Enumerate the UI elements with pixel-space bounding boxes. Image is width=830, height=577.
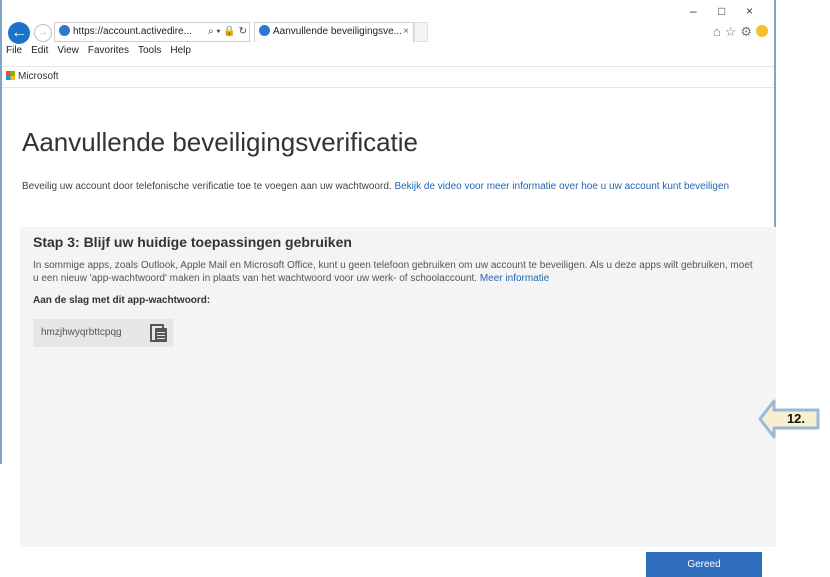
microsoft-logo-icon — [6, 71, 15, 80]
intro-paragraph: Beveilig uw account door telefonische ve… — [22, 180, 752, 193]
more-info-link[interactable]: Meer informatie — [480, 273, 549, 284]
browser-icons: ⌂☆⚙ — [713, 24, 768, 40]
tab-title: Aanvullende beveiligingsve... — [273, 26, 402, 37]
address-text: https://account.activedire... — [73, 26, 192, 37]
home-icon[interactable]: ⌂ — [713, 24, 725, 39]
menu-view[interactable]: View — [57, 45, 79, 56]
step-callout: 12. — [758, 399, 820, 439]
menu-file[interactable]: File — [6, 45, 22, 56]
step-panel: Stap 3: Blijf uw huidige toepassingen ge… — [20, 227, 776, 577]
step-text: In sommige apps, zoals Outlook, Apple Ma… — [33, 259, 753, 285]
copy-icon[interactable] — [148, 323, 168, 343]
browser-window: ← → https://account.activedire... ⌕ ▾ 🔒 … — [0, 0, 776, 577]
page-title: Aanvullende beveiligingsverificatie — [22, 127, 419, 157]
ie-icon — [259, 25, 270, 36]
address-tools[interactable]: ⌕ ▾ 🔒 ↻ — [208, 22, 247, 42]
tab-close-icon[interactable]: × — [403, 23, 409, 41]
app-password-value: hmzjhwyqrbttcpqg — [41, 327, 122, 338]
tab-active[interactable]: Aanvullende beveiligingsve... × — [254, 22, 414, 42]
maximize-button[interactable]: □ — [718, 4, 725, 18]
brand-label: Microsoft — [18, 71, 59, 82]
callout-label: 12. — [787, 411, 805, 426]
menu-bar: File Edit View Favorites Tools Help — [2, 45, 774, 60]
new-tab-button[interactable] — [414, 22, 428, 42]
done-button[interactable]: Gereed — [646, 552, 762, 577]
menu-edit[interactable]: Edit — [31, 45, 48, 56]
menu-favorites[interactable]: Favorites — [88, 45, 129, 56]
app-password-box: hmzjhwyqrbttcpqg — [33, 319, 173, 347]
microsoft-header: Microsoft — [2, 66, 774, 88]
browser-toolbar: ← → https://account.activedire... ⌕ ▾ 🔒 … — [2, 0, 774, 44]
app-password-label: Aan de slag met dit app-wachtwoord: — [33, 295, 211, 306]
close-button[interactable]: × — [746, 4, 753, 18]
intro-text: Beveilig uw account door telefonische ve… — [22, 181, 395, 192]
step-heading: Stap 3: Blijf uw huidige toepassingen ge… — [33, 234, 352, 250]
gear-icon[interactable]: ⚙ — [740, 24, 756, 39]
forward-button[interactable]: → — [34, 24, 52, 42]
menu-help[interactable]: Help — [170, 45, 191, 56]
menu-tools[interactable]: Tools — [138, 45, 161, 56]
minimize-button[interactable]: – — [690, 4, 697, 18]
ie-icon — [59, 25, 70, 36]
back-button[interactable]: ← — [8, 22, 30, 44]
smiley-icon[interactable] — [756, 25, 768, 37]
star-icon[interactable]: ☆ — [725, 24, 741, 39]
step-description: In sommige apps, zoals Outlook, Apple Ma… — [33, 260, 753, 284]
video-link[interactable]: Bekijk de video voor meer informatie ove… — [394, 181, 729, 192]
page-content: Aanvullende beveiligingsverificatie Beve… — [2, 87, 776, 577]
